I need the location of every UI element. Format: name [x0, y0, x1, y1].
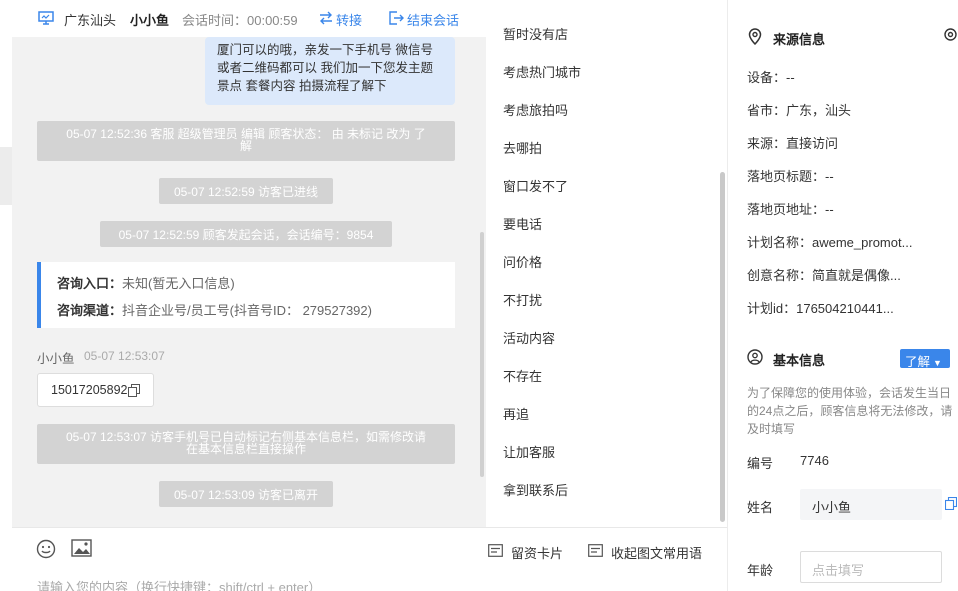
quick-reply-item[interactable]: 问价格: [503, 252, 542, 271]
channel-label: 咨询渠道：: [57, 303, 123, 318]
system-message-left: 05-07 12:53:09 访客已离开: [159, 481, 333, 507]
chat-workspace: 广东汕头 小小鱼 会话时间：00:00:59 转接 结束会话 厦门可以的哦，亲发…: [0, 0, 958, 591]
agent-message-line: 或者二维码都可以 我们加一下您发主题: [217, 61, 433, 75]
age-label: 年龄: [747, 563, 774, 578]
visitor-location: 广东汕头: [64, 13, 117, 28]
user-icon: [747, 349, 763, 365]
message-input[interactable]: 请输入您的内容（换行快捷键：shift/ctrl + enter）: [37, 577, 321, 591]
caret-down-icon: ▼: [933, 358, 942, 368]
image-icon[interactable]: [71, 539, 92, 557]
quick-reply-item[interactable]: 窗口发不了: [503, 176, 568, 195]
entry-label: 咨询入口：: [57, 276, 123, 291]
plan-name-field: 计划名称：aweme_promot...: [747, 235, 913, 250]
plan-id-field: 计划id：176504210441...: [747, 301, 894, 316]
transfer-icon: [320, 11, 332, 25]
quick-reply-scrollbar[interactable]: [720, 172, 725, 522]
end-session-button[interactable]: 结束会话: [407, 10, 459, 29]
edit-notice: 为了保障您的使用体验，会话发生当日的24点之后，顾客信息将无法修改，请及时填写: [747, 386, 953, 436]
customer-message-time: 05-07 12:53:07: [84, 349, 165, 363]
lead-card-button[interactable]: 留资卡片: [511, 543, 563, 562]
learn-more-button[interactable]: 了解 ▼: [900, 349, 950, 369]
quick-reply-item[interactable]: 去哪拍: [503, 138, 542, 157]
agent-message-line: 景点 套餐内容 拍摄流程了解下: [217, 79, 387, 93]
age-input[interactable]: 点击填写: [800, 551, 942, 583]
customer-name: 小小鱼: [130, 13, 170, 28]
source-info-title: 来源信息: [773, 32, 826, 47]
agent-message-line: 厦门可以的哦，亲发一下手机号 微信号: [217, 43, 433, 57]
quick-reply-item[interactable]: 不打扰: [503, 290, 542, 309]
system-message-line: 在基本信息栏直接操作: [185, 442, 306, 456]
collapse-phrases-button[interactable]: 收起图文常用语: [611, 543, 702, 562]
quick-reply-item[interactable]: 要电话: [503, 214, 542, 233]
system-message-phone-marked: 05-07 12:53:07 访客手机号已自动标记右侧基本信息栏，如需修改请 在…: [37, 424, 455, 464]
phone-number: 15017205892: [51, 383, 128, 397]
quick-reply-item[interactable]: 暂时没有店: [503, 24, 568, 43]
device-field: 设备：--: [747, 70, 795, 85]
entry-value: 未知(暂无入口信息): [122, 276, 235, 291]
message-icon: [588, 544, 603, 557]
transfer-button[interactable]: 转接: [336, 10, 362, 29]
settings-icon[interactable]: [943, 27, 958, 42]
system-message-session-start: 05-07 12:52:59 顾客发起会话，会话编号：9854: [100, 221, 392, 247]
copy-icon[interactable]: [128, 384, 140, 397]
province-field: 省市：广东，汕头: [747, 103, 852, 118]
left-strip: [0, 0, 12, 591]
quick-reply-item[interactable]: 让加客服: [503, 442, 555, 461]
session-time: 会话时间：00:00:59: [182, 13, 298, 28]
name-label: 姓名: [747, 500, 774, 515]
creative-name-field: 创意名称：简直就是偶像...: [747, 268, 901, 283]
landing-title-field: 落地页标题：--: [747, 169, 834, 184]
quick-reply-item[interactable]: 考虑旅拍吗: [503, 100, 568, 119]
learn-more-label: 了解: [905, 355, 931, 369]
id-value: 7746: [800, 453, 829, 468]
system-message-line: 解: [239, 139, 252, 153]
quick-reply-list: 暂时没有店 考虑热门城市 考虑旅拍吗 去哪拍 窗口发不了 要电话 问价格 不打扰…: [487, 0, 727, 527]
emoji-icon[interactable]: [36, 539, 56, 559]
card-icon: [488, 544, 503, 557]
chat-header: 广东汕头 小小鱼 会话时间：00:00:59 转接 结束会话: [12, 0, 486, 37]
system-message-entered: 05-07 12:52:59 访客已进线: [159, 178, 333, 204]
customer-info-panel: 来源信息 设备：-- 省市：广东，汕头 来源：直接访问 落地页标题：-- 落地页…: [728, 0, 958, 591]
quick-reply-item[interactable]: 再追: [503, 404, 529, 423]
origin-field: 来源：直接访问: [747, 136, 839, 151]
quick-reply-item[interactable]: 活动内容: [503, 328, 555, 347]
landing-url-field: 落地页地址：--: [747, 202, 834, 217]
quick-reply-item[interactable]: 考虑热门城市: [503, 62, 581, 81]
location-pin-icon: [748, 28, 762, 45]
chat-scrollbar[interactable]: [480, 232, 484, 477]
basic-info-title: 基本信息: [773, 353, 826, 368]
channel-value: 抖音企业号/员工号(抖音号ID： 279527392): [122, 303, 372, 318]
system-message-status-change: 05-07 12:52:36 客服 超级管理员 编辑 顾客状态： 由 未标记 改…: [37, 121, 455, 161]
name-field[interactable]: 小小鱼: [800, 489, 942, 520]
monitor-icon: [38, 11, 54, 25]
copy-name-icon[interactable]: [945, 497, 957, 510]
phone-message[interactable]: 15017205892: [37, 373, 154, 407]
id-label: 编号: [747, 456, 774, 471]
customer-sender: 小小鱼: [37, 352, 75, 366]
quick-reply-item[interactable]: 不存在: [503, 366, 542, 385]
exit-icon: [389, 11, 404, 25]
agent-message-bubble: 厦门可以的哦，亲发一下手机号 微信号 或者二维码都可以 我们加一下您发主题 景点…: [205, 37, 455, 105]
quick-reply-item[interactable]: 拿到联系后: [503, 480, 568, 499]
consult-info-card: 咨询入口：未知(暂无入口信息) 咨询渠道：抖音企业号/员工号(抖音号ID： 27…: [37, 262, 455, 328]
